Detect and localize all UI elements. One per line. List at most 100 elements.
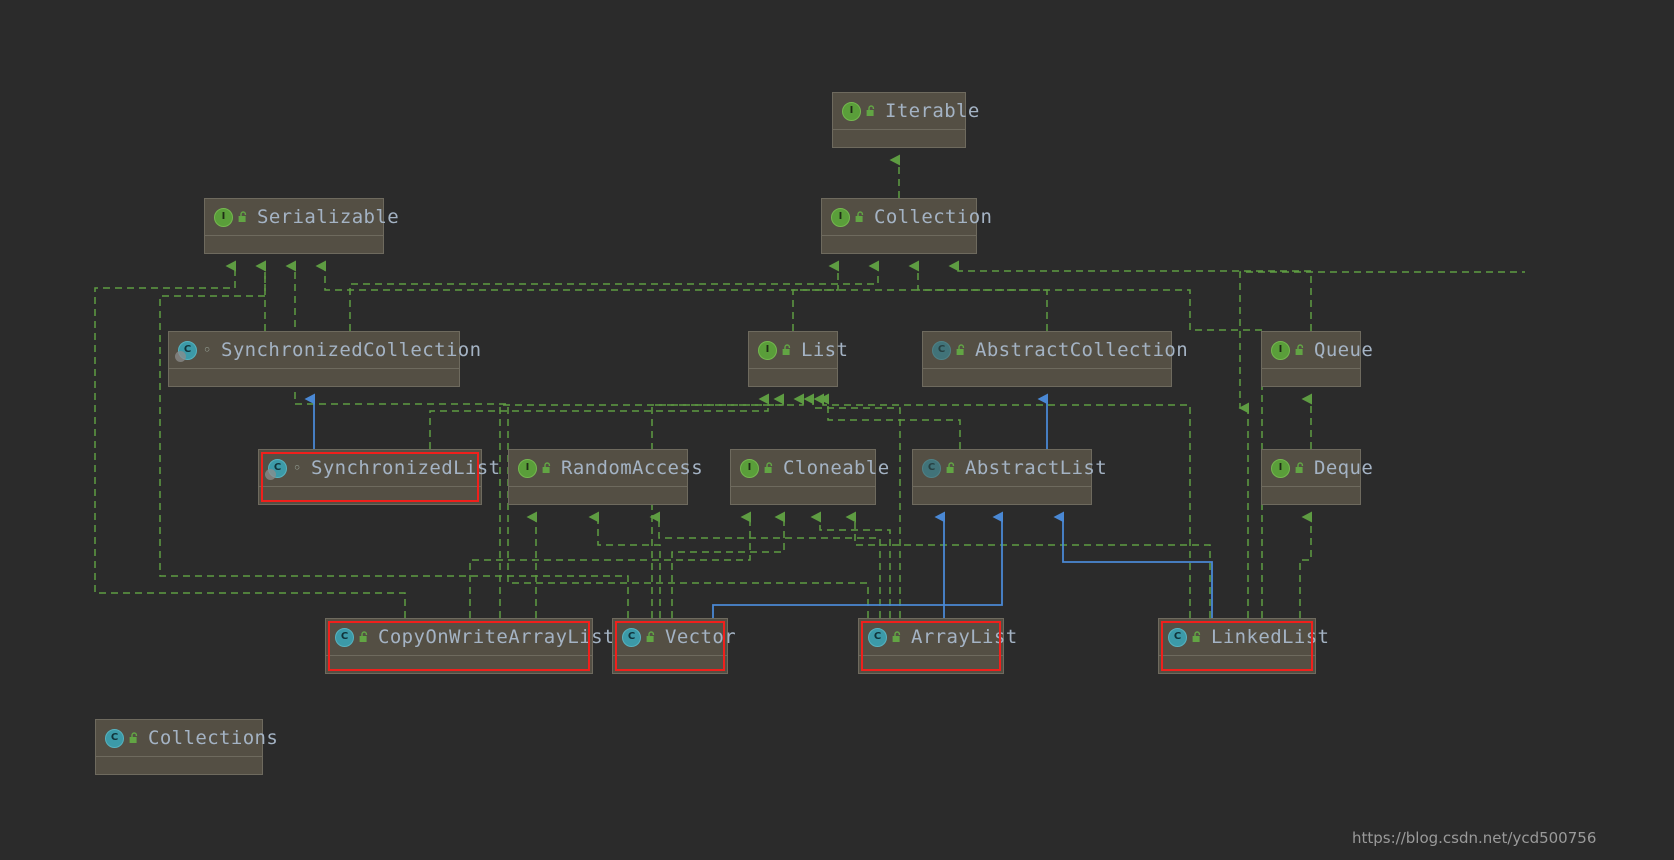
node-title-row: I Collection [822,199,992,236]
node-members-area [913,487,1091,505]
node-label: Cloneable [783,456,890,479]
node-members-area [613,656,727,674]
class-node-collections[interactable]: C Collections [95,719,278,775]
node-label: RandomAccess [561,456,704,479]
public-lock-icon [762,462,776,474]
public-lock-icon [954,344,968,356]
public-lock-icon [236,211,250,223]
node-members-area [859,656,1003,674]
node-title-row: C CopyOnWriteArrayList [326,619,614,656]
node-members-area [731,487,875,505]
node-title-row: I Queue [1262,332,1373,369]
node-members-area [833,130,965,148]
class-icon: C [622,627,641,647]
node-label: Queue [1314,338,1374,361]
abstract-class-icon: C [922,458,941,478]
public-lock-icon [853,211,867,223]
node-label: SynchronizedList [311,456,501,479]
package-private-icon: ◦ [292,458,302,477]
package-private-icon: ◦ [202,340,212,359]
node-title-row: I Deque [1262,450,1373,487]
node-members-area [1159,656,1315,674]
node-members-area [96,757,262,775]
interface-icon: I [1271,340,1290,360]
class-node-synchronizedlist[interactable]: C ◦ SynchronizedList [258,449,500,505]
node-label: Collections [148,726,279,749]
node-label: Collection [874,205,993,228]
node-label: AbstractList [965,456,1108,479]
node-members-area [1262,487,1360,505]
class-node-serializable[interactable]: I Serializable [204,198,399,254]
watermark-url: https://blog.csdn.net/ycd500756 [1352,829,1597,847]
node-title-row: I Iterable [833,93,979,130]
class-node-iterable[interactable]: I Iterable [832,92,979,148]
node-label: SynchronizedCollection [221,338,482,361]
node-members-area [509,487,687,505]
interface-icon: I [740,458,759,478]
class-node-vector[interactable]: C Vector [612,618,736,674]
node-members-area [326,656,592,674]
node-label: Iterable [885,99,980,122]
node-members-area [1262,369,1360,387]
public-lock-icon [1293,462,1307,474]
node-title-row: I Cloneable [731,450,889,487]
node-members-area [822,236,976,254]
public-lock-icon [890,631,904,643]
interface-icon: I [831,207,850,227]
class-node-copyonwritearraylist[interactable]: C CopyOnWriteArrayList [325,618,614,674]
class-node-list[interactable]: I List [748,331,848,387]
node-title-row: C Vector [613,619,736,656]
class-node-cloneable[interactable]: I Cloneable [730,449,889,505]
public-lock-icon [540,462,554,474]
node-label: Deque [1314,456,1374,479]
node-label: AbstractCollection [975,338,1189,361]
node-title-row: C ◦ SynchronizedList [259,450,500,487]
node-title-row: C LinkedList [1159,619,1329,656]
node-members-area [205,236,383,254]
class-icon: C [335,627,354,647]
node-label: ArrayList [911,625,1018,648]
class-node-queue[interactable]: I Queue [1261,331,1373,387]
interface-icon: I [518,458,537,478]
node-title-row: C ArrayList [859,619,1017,656]
public-lock-icon [127,732,141,744]
node-members-area [169,369,459,387]
node-label: Vector [665,625,737,648]
node-title-row: I Serializable [205,199,399,236]
abstract-class-icon: C [932,340,951,360]
nested-class-icon: C [265,458,287,480]
class-node-linkedlist[interactable]: C LinkedList [1158,618,1329,674]
uml-class-diagram-canvas[interactable]: I Iterable I Serializable I Collection C ◦ Synch… [0,0,1674,860]
interface-icon: I [758,340,777,360]
node-label: CopyOnWriteArrayList [378,625,615,648]
public-lock-icon [1190,631,1204,643]
node-title-row: C AbstractList [913,450,1107,487]
class-node-randomaccess[interactable]: I RandomAccess [508,449,703,505]
public-lock-icon [357,631,371,643]
public-lock-icon [780,344,794,356]
public-lock-icon [644,631,658,643]
node-title-row: C Collections [96,720,278,757]
node-title-row: C AbstractCollection [923,332,1188,369]
node-label: Serializable [257,205,400,228]
public-lock-icon [944,462,958,474]
class-icon: C [1168,627,1187,647]
nested-class-icon: C [175,340,197,362]
node-label: List [801,338,849,361]
class-node-deque[interactable]: I Deque [1261,449,1373,505]
class-node-abstractlist[interactable]: C AbstractList [912,449,1107,505]
class-node-arraylist[interactable]: C ArrayList [858,618,1017,674]
public-lock-icon [864,105,878,117]
node-members-area [923,369,1171,387]
node-layer: I Iterable I Serializable I Collection C ◦ Synch… [0,0,1674,860]
node-members-area [749,369,837,387]
node-members-area [259,487,481,505]
node-label: LinkedList [1211,625,1330,648]
node-title-row: I List [749,332,848,369]
class-node-abstractcollection[interactable]: C AbstractCollection [922,331,1188,387]
class-node-synchronizedcollection[interactable]: C ◦ SynchronizedCollection [168,331,481,387]
class-icon: C [868,627,887,647]
node-title-row: I RandomAccess [509,450,703,487]
class-node-collection[interactable]: I Collection [821,198,992,254]
class-icon: C [105,728,124,748]
